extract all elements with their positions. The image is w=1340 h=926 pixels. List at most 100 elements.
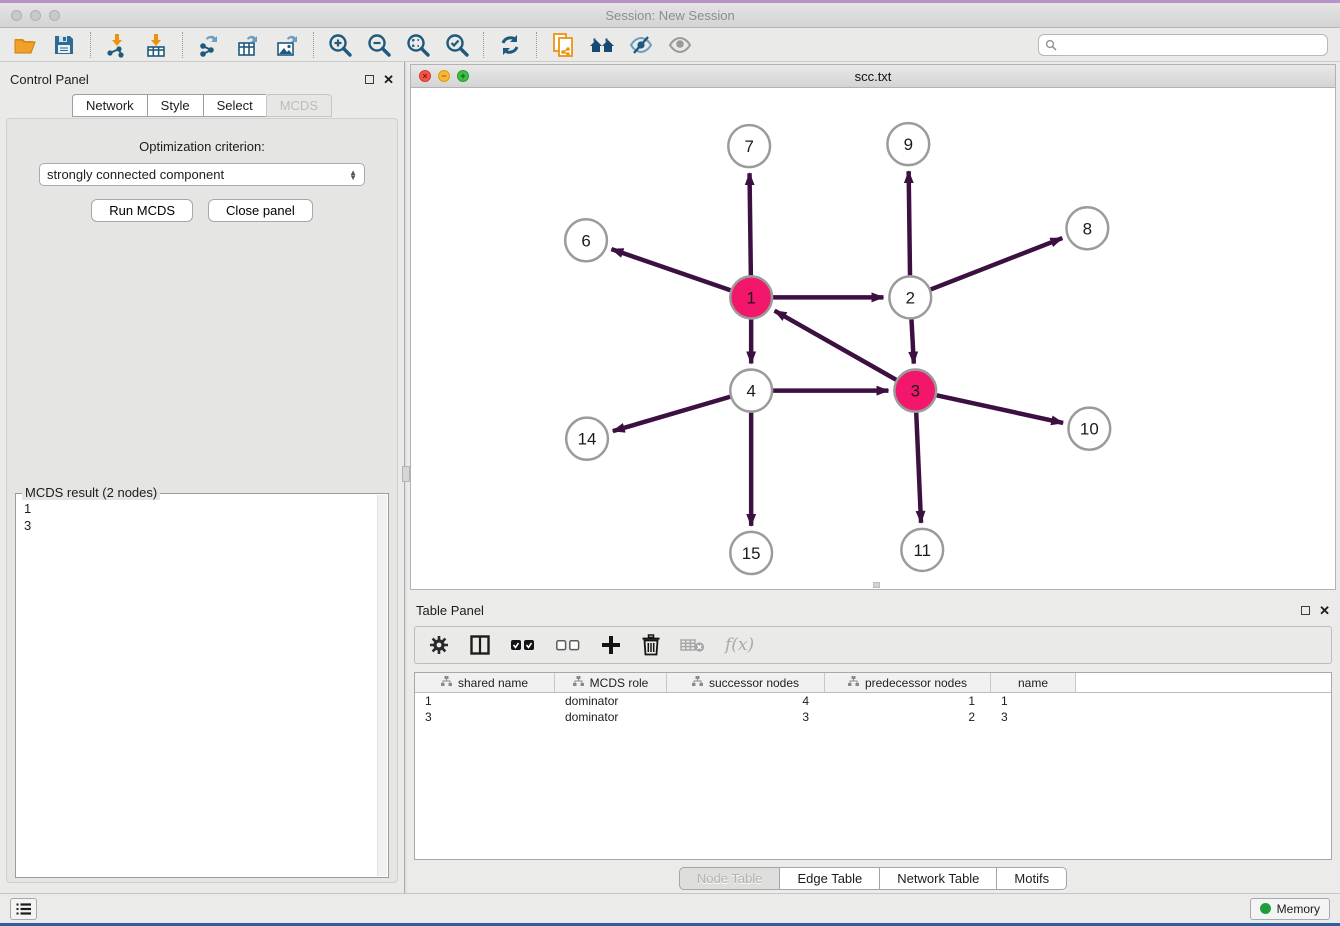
run-mcds-button[interactable]: Run MCDS — [91, 199, 193, 222]
zoom-selected-icon[interactable] — [444, 32, 470, 58]
edge-1-7[interactable] — [750, 173, 751, 275]
task-history-button[interactable] — [10, 898, 37, 920]
clone-network-icon[interactable] — [550, 32, 576, 58]
close-table-panel-icon[interactable]: ✕ — [1319, 606, 1330, 615]
column-header-successor-nodes[interactable]: successor nodes — [667, 673, 825, 692]
graph-node-1[interactable]: 1 — [730, 276, 772, 318]
close-panel-button[interactable]: Close panel — [208, 199, 313, 222]
import-table-icon[interactable] — [143, 32, 169, 58]
tab-node-table[interactable]: Node Table — [679, 867, 780, 890]
gear-icon[interactable] — [428, 634, 450, 656]
graph-node-6[interactable]: 6 — [565, 219, 607, 261]
tab-motifs[interactable]: Motifs — [996, 867, 1067, 890]
table-cell[interactable]: dominator — [555, 710, 667, 724]
table-row[interactable]: 3dominator323 — [415, 709, 1331, 725]
graph-node-11[interactable]: 11 — [901, 529, 943, 571]
graph-node-3[interactable]: 3 — [894, 370, 936, 412]
zoom-fit-icon[interactable] — [405, 32, 431, 58]
zoom-in-icon[interactable] — [327, 32, 353, 58]
splitter-grip-icon[interactable] — [402, 466, 410, 482]
edge-4-14[interactable] — [613, 397, 730, 431]
mcds-result-list: 13 — [16, 494, 388, 540]
toolbar-separator — [313, 32, 314, 58]
table-cell[interactable]: 4 — [667, 694, 825, 708]
open-session-icon[interactable] — [12, 32, 38, 58]
network-graph[interactable]: 7 9 6 8 1 2 4 3 14 10 15 11 — [411, 88, 1335, 589]
export-table-icon[interactable] — [235, 32, 261, 58]
edge-3-10[interactable] — [937, 395, 1063, 423]
float-table-panel-icon[interactable] — [1301, 606, 1310, 615]
tab-edge-table[interactable]: Edge Table — [779, 867, 879, 890]
import-network-icon[interactable] — [104, 32, 130, 58]
add-column-icon[interactable] — [600, 634, 622, 656]
export-network-icon[interactable] — [196, 32, 222, 58]
float-panel-icon[interactable] — [365, 75, 374, 84]
edge-2-9[interactable] — [909, 171, 910, 275]
table-cell[interactable]: 3 — [991, 710, 1076, 724]
columns-view-icon[interactable] — [469, 634, 491, 656]
application-window: Session: New Session — [0, 0, 1340, 926]
tab-network-table[interactable]: Network Table — [879, 867, 996, 890]
delete-column-icon[interactable] — [641, 634, 661, 656]
tab-mcds[interactable]: MCDS — [266, 94, 332, 117]
tab-network[interactable]: Network — [72, 94, 147, 117]
column-header-shared-name[interactable]: shared name — [415, 673, 555, 692]
graph-node-14[interactable]: 14 — [566, 418, 608, 460]
result-scrollbar[interactable] — [377, 495, 387, 876]
result-item: 3 — [24, 517, 380, 534]
show-all-houses-icon[interactable] — [589, 32, 615, 58]
column-header-name[interactable]: name — [991, 673, 1076, 692]
network-canvas[interactable]: 7 9 6 8 1 2 4 3 14 10 15 11 — [411, 88, 1335, 589]
svg-text:15: 15 — [742, 544, 761, 563]
table-cell[interactable]: 1 — [991, 694, 1076, 708]
save-session-icon[interactable] — [51, 32, 77, 58]
export-image-icon[interactable] — [274, 32, 300, 58]
zoom-out-icon[interactable] — [366, 32, 392, 58]
table-cell[interactable]: 2 — [825, 710, 991, 724]
edge-3-1[interactable] — [775, 311, 897, 380]
optimization-criterion-select[interactable]: strongly connected component ▲▼ — [39, 163, 365, 186]
close-panel-icon[interactable]: ✕ — [383, 75, 394, 84]
graph-node-15[interactable]: 15 — [730, 532, 772, 574]
table-cell[interactable]: 1 — [415, 694, 555, 708]
tab-style[interactable]: Style — [147, 94, 203, 117]
graph-node-8[interactable]: 8 — [1066, 207, 1108, 249]
deselect-all-icon[interactable] — [555, 637, 581, 653]
table-cell[interactable]: 1 — [825, 694, 991, 708]
network-window-titlebar[interactable]: × − + scc.txt — [411, 65, 1335, 88]
refresh-icon[interactable] — [497, 32, 523, 58]
edge-2-8[interactable] — [931, 238, 1063, 289]
select-all-icon[interactable] — [510, 637, 536, 653]
hide-selected-eye-icon[interactable] — [628, 32, 654, 58]
graph-node-4[interactable]: 4 — [730, 370, 772, 412]
panel-splitter[interactable] — [404, 62, 407, 893]
graph-node-2[interactable]: 2 — [889, 276, 931, 318]
edge-2-3[interactable] — [911, 319, 913, 363]
tab-select[interactable]: Select — [203, 94, 266, 117]
node-table[interactable]: shared name MCDS rolesuccessor nodesprede… — [414, 672, 1332, 860]
mcds-result-box: MCDS result (2 nodes) 13 — [15, 493, 389, 878]
table-row[interactable]: 1dominator411 — [415, 693, 1331, 709]
table-cell[interactable]: 3 — [415, 710, 555, 724]
edge-3-11[interactable] — [916, 413, 921, 523]
search-input[interactable] — [1038, 34, 1328, 56]
graph-node-9[interactable]: 9 — [887, 123, 929, 165]
search-field[interactable] — [1062, 38, 1321, 52]
optimization-criterion-label: Optimization criterion: — [7, 139, 397, 154]
memory-button[interactable]: Memory — [1250, 898, 1330, 920]
column-label: shared name — [458, 676, 528, 690]
network-resize-grip[interactable] — [873, 582, 880, 588]
workspace-column: × − + scc.txt 79681243141015 — [407, 62, 1340, 893]
window-titlebar[interactable]: Session: New Session — [0, 3, 1340, 28]
graph-node-10[interactable]: 10 — [1068, 408, 1110, 450]
edge-1-6[interactable] — [611, 249, 730, 290]
show-hidden-eye-icon — [667, 32, 693, 58]
column-header-MCDS-role[interactable]: MCDS role — [555, 673, 667, 692]
table-panel: Table Panel ✕ f(x) s — [410, 598, 1336, 893]
graph-node-7[interactable]: 7 — [728, 125, 770, 167]
svg-text:11: 11 — [913, 541, 931, 560]
table-cell[interactable]: 3 — [667, 710, 825, 724]
column-header-predecessor-nodes[interactable]: predecessor nodes — [825, 673, 991, 692]
table-cell[interactable]: dominator — [555, 694, 667, 708]
list-icon — [16, 902, 32, 916]
